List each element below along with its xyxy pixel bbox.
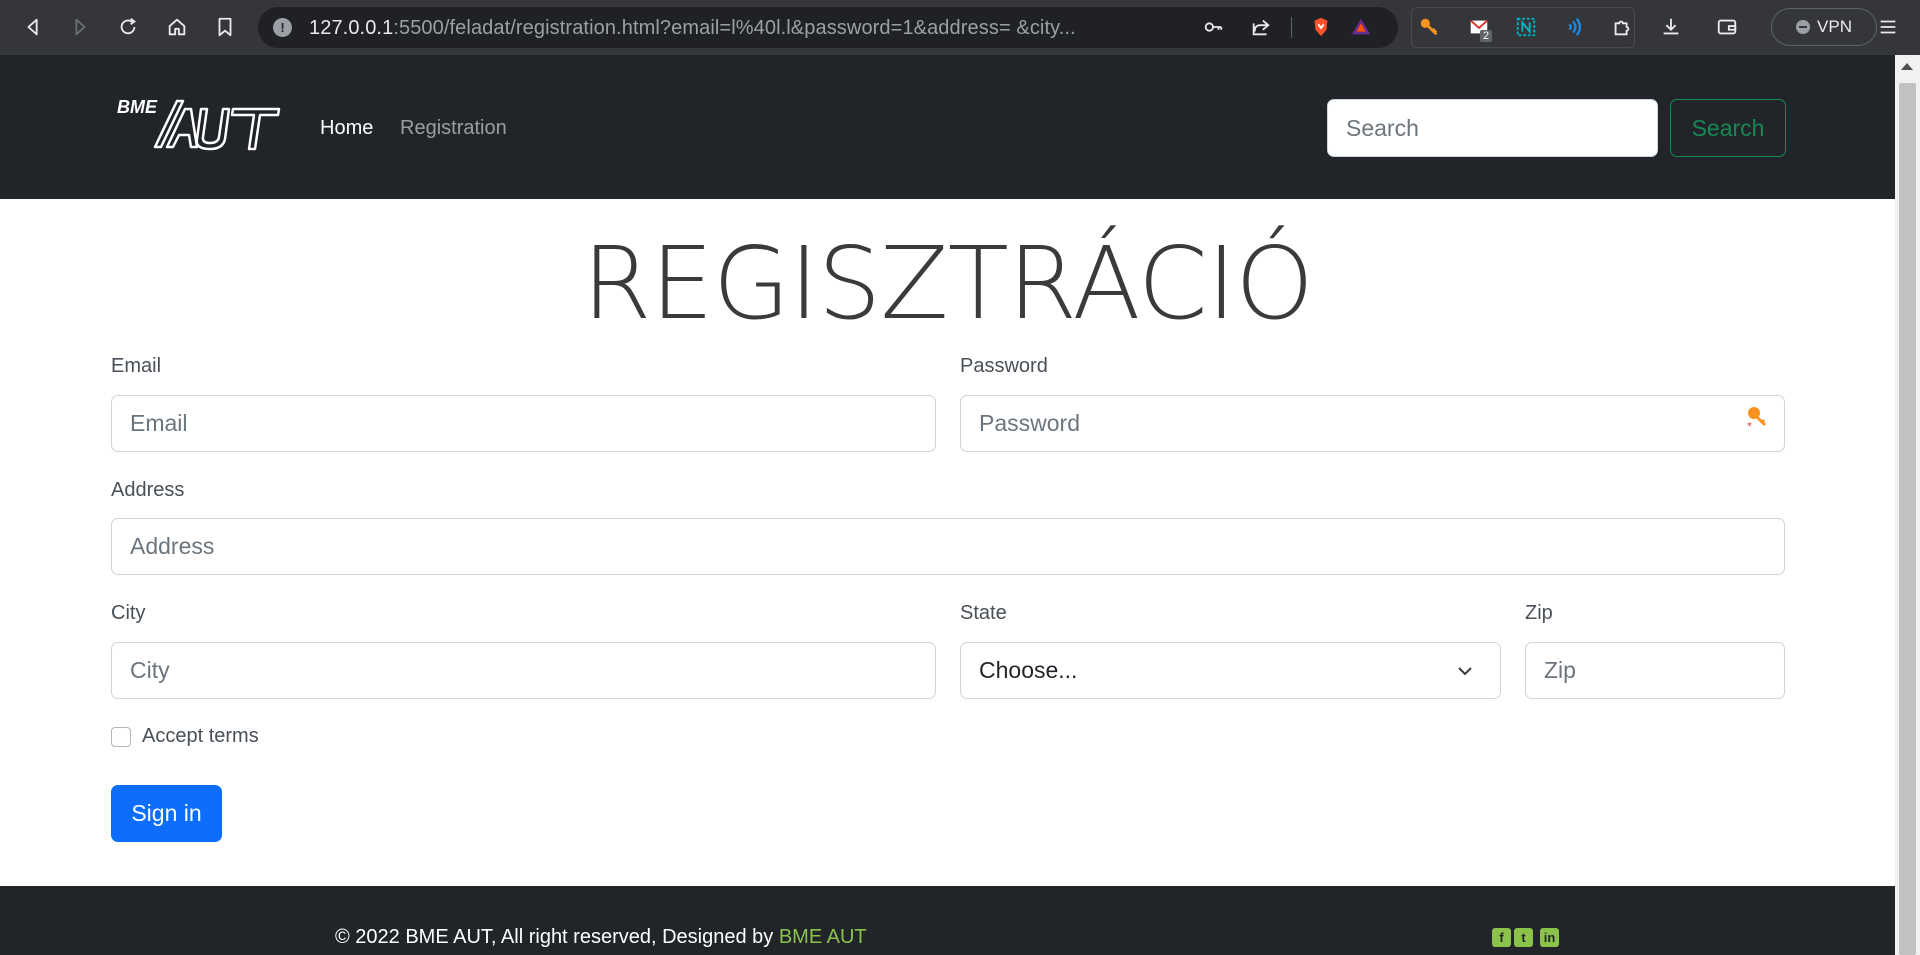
zip-label: Zip: [1525, 602, 1553, 624]
download-icon[interactable]: [1651, 7, 1691, 47]
brave-rewards-icon[interactable]: [1341, 7, 1381, 47]
wallet-icon[interactable]: [1707, 7, 1747, 47]
footer: © 2022 BME AUT, All right reserved, Desi…: [0, 886, 1895, 955]
forward-icon[interactable]: [60, 7, 100, 47]
svg-text:BME: BME: [117, 97, 158, 117]
key-extension-icon[interactable]: [1409, 7, 1449, 47]
menu-icon[interactable]: [1868, 7, 1908, 47]
accept-terms-label[interactable]: Accept terms: [142, 725, 259, 748]
accept-terms-checkbox[interactable]: [111, 727, 131, 747]
site-info-icon[interactable]: !: [273, 18, 292, 37]
nav-registration-link[interactable]: Registration: [400, 117, 507, 140]
chevron-down-icon: [1458, 667, 1472, 676]
bookmark-icon[interactable]: [205, 7, 245, 47]
state-label: State: [960, 602, 1007, 624]
svg-text:*: *: [1747, 421, 1752, 430]
address-label: Address: [111, 479, 185, 501]
linkedin-icon[interactable]: in: [1540, 928, 1559, 947]
footer-copyright: © 2022 BME AUT, All right reserved, Desi…: [335, 926, 867, 948]
city-field[interactable]: [111, 642, 936, 699]
address-bar[interactable]: ! 127.0.0.1:5500/feladat/registration.ht…: [258, 7, 1398, 48]
search-input[interactable]: [1327, 99, 1658, 157]
nav-home-link[interactable]: Home: [320, 117, 373, 140]
vpn-status-icon: [1796, 20, 1811, 34]
home-icon[interactable]: [157, 7, 197, 47]
notion-extension-icon[interactable]: [1506, 7, 1546, 47]
vpn-button[interactable]: VPN: [1771, 8, 1877, 46]
reload-icon[interactable]: [108, 7, 148, 47]
divider: [1291, 17, 1292, 38]
email-field[interactable]: [111, 395, 936, 452]
scroll-up-arrow-icon[interactable]: [1901, 63, 1913, 70]
search-button[interactable]: Search: [1670, 99, 1786, 157]
navbar: BME Home Registration Search: [0, 55, 1895, 199]
brave-shield-icon[interactable]: [1301, 7, 1341, 47]
password-field[interactable]: [960, 395, 1785, 452]
key-icon[interactable]: [1193, 7, 1233, 47]
twitter-icon[interactable]: t: [1514, 928, 1533, 947]
back-icon[interactable]: [13, 7, 53, 47]
password-label: Password: [960, 355, 1048, 377]
address-field[interactable]: [111, 518, 1785, 575]
footer-brand-link[interactable]: BME AUT: [779, 926, 867, 948]
share-icon[interactable]: [1241, 7, 1281, 47]
page-viewport: BME Home Registration Search REGISZTRÁCI…: [0, 55, 1895, 955]
facebook-icon[interactable]: f: [1492, 928, 1511, 947]
extensions-puzzle-icon[interactable]: [1602, 7, 1642, 47]
readaloud-extension-icon[interactable]: [1554, 7, 1594, 47]
browser-toolbar: ! 127.0.0.1:5500/feladat/registration.ht…: [0, 0, 1920, 55]
email-label: Email: [111, 355, 162, 377]
page-title: REGISZTRÁCIÓ: [582, 225, 1314, 342]
page-scrollbar[interactable]: [1895, 55, 1920, 955]
city-label: City: [111, 602, 146, 624]
state-select[interactable]: Choose...: [960, 642, 1501, 699]
zip-field[interactable]: [1525, 642, 1785, 699]
password-manager-key-icon[interactable]: *: [1744, 404, 1770, 430]
url-text: 127.0.0.1:5500/feladat/registration.html…: [309, 17, 1076, 39]
mail-badge: 2: [1480, 30, 1493, 42]
scrollbar-thumb[interactable]: [1899, 83, 1916, 955]
mail-extension-icon[interactable]: 2: [1459, 7, 1499, 47]
sign-in-button[interactable]: Sign in: [111, 785, 222, 842]
bme-aut-logo[interactable]: BME: [115, 93, 281, 155]
